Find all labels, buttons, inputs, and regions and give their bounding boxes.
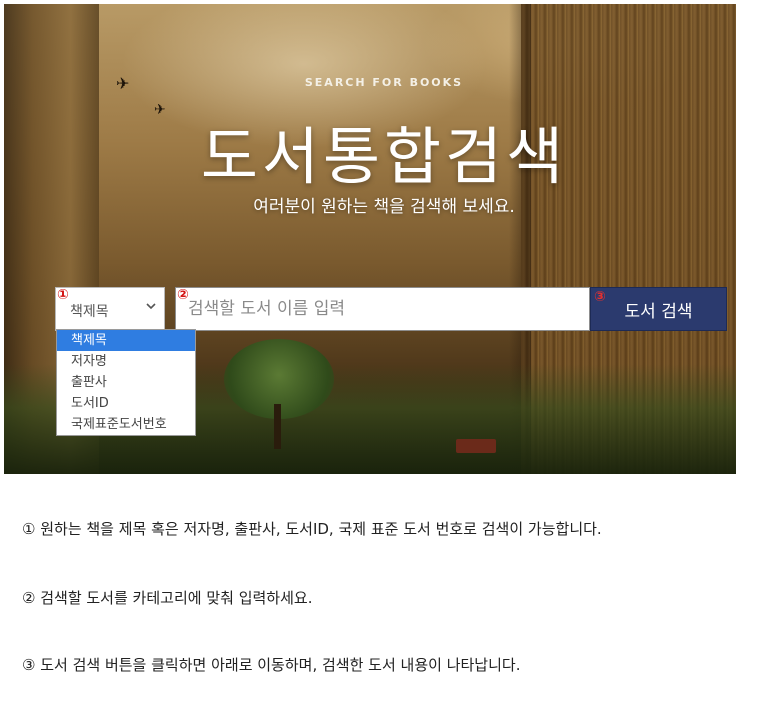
marker-1-icon: ① [57, 287, 69, 303]
page-title: 도서통합검색 [200, 120, 568, 193]
tree-trunk [274, 404, 281, 449]
dropdown-option-isbn[interactable]: 국제표준도서번호 [57, 414, 195, 435]
category-select[interactable]: 책제목 [55, 287, 165, 331]
marker-2-icon: ② [177, 287, 189, 303]
marker-3-icon: ③ [594, 289, 606, 305]
dropdown-option-publisher[interactable]: 출판사 [57, 372, 195, 393]
hero-overline: SEARCH FOR BOOKS [304, 76, 464, 89]
search-input[interactable] [175, 287, 590, 331]
dropdown-option-title[interactable]: 책제목 [57, 330, 195, 351]
note-2: ② 검색할 도서를 카테고리에 맞춰 입력하세요. [22, 589, 313, 607]
category-dropdown-list: 책제목 저자명 출판사 도서ID 국제표준도서번호 [56, 329, 196, 436]
dropdown-option-book-id[interactable]: 도서ID [57, 393, 195, 414]
bench-icon [456, 439, 496, 453]
chevron-down-icon [146, 301, 156, 314]
page-subtitle: 여러분이 원하는 책을 검색해 보세요. [253, 197, 515, 217]
search-button[interactable]: 도서 검색 [590, 287, 727, 331]
dropdown-option-author[interactable]: 저자명 [57, 351, 195, 372]
category-select-value: 책제목 [70, 304, 109, 320]
note-3: ③ 도서 검색 버튼을 클릭하면 아래로 이동하며, 검색한 도서 내용이 나타… [22, 656, 521, 674]
note-1: ① 원하는 책을 제목 혹은 저자명, 출판사, 도서ID, 국제 표준 도서 … [22, 520, 602, 538]
